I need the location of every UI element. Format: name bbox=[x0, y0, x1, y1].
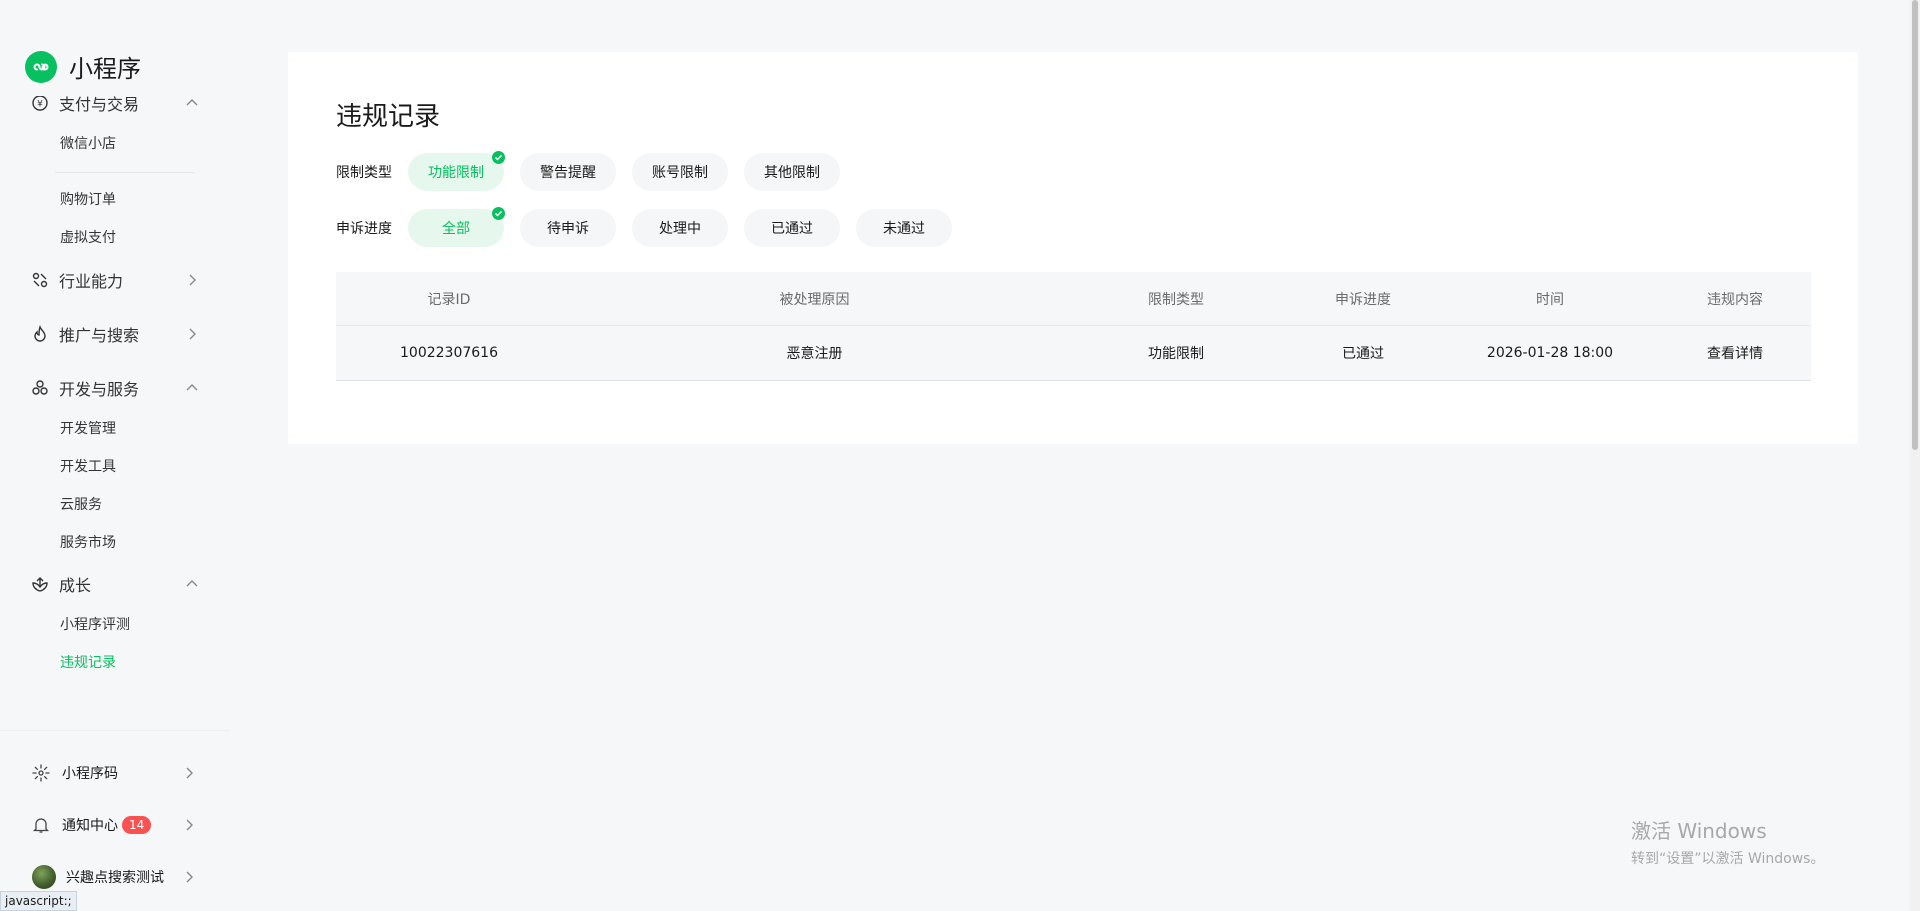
chip-label: 未通过 bbox=[883, 221, 925, 237]
chevron-right-icon bbox=[181, 869, 197, 885]
chevron-up-icon bbox=[184, 576, 200, 592]
nav-group-dev[interactable]: 开发与服务 bbox=[30, 371, 200, 405]
chip-approved[interactable]: 已通过 bbox=[744, 209, 840, 247]
industry-icon bbox=[30, 270, 50, 290]
filter-label: 申诉进度 bbox=[336, 221, 392, 237]
chip-label: 处理中 bbox=[659, 221, 701, 237]
chip-feature-limit[interactable]: 功能限制 bbox=[408, 150, 506, 191]
chip-all[interactable]: 全部 bbox=[408, 206, 506, 247]
bell-icon bbox=[32, 816, 50, 834]
chip-other-limit[interactable]: 其他限制 bbox=[744, 153, 840, 191]
chip-warning[interactable]: 警告提醒 bbox=[520, 153, 616, 191]
nav-group-label: 开发与服务 bbox=[59, 380, 140, 399]
sidebar-item-market[interactable]: 服务市场 bbox=[60, 534, 116, 552]
chevron-right-icon bbox=[184, 326, 200, 342]
chip-label: 账号限制 bbox=[652, 165, 708, 181]
restriction-type: 功能限制 bbox=[1148, 346, 1204, 362]
scrollbar-thumb[interactable] bbox=[1912, 0, 1918, 450]
app-name: 小程序 bbox=[69, 55, 141, 83]
chip-label: 待申诉 bbox=[547, 221, 589, 237]
sidebar-item-notify[interactable]: 通知中心 14 bbox=[32, 810, 197, 840]
table-row: 10022307616 恶意注册 功能限制 已通过 2026-01-28 18:… bbox=[336, 326, 1811, 381]
windows-activation-watermark: 激活 Windows 转到“设置”以激活 Windows。 bbox=[1631, 815, 1824, 868]
filter-label: 限制类型 bbox=[336, 165, 392, 181]
avatar bbox=[32, 865, 56, 889]
table-header: 记录ID 被处理原因 限制类型 申诉进度 时间 违规内容 bbox=[336, 272, 1811, 326]
dev-services-icon bbox=[30, 378, 50, 398]
chip-label: 全部 bbox=[442, 221, 470, 237]
page-title: 违规记录 bbox=[336, 102, 441, 132]
account-name: 兴趣点搜索测试 bbox=[66, 870, 164, 886]
chip-rejected[interactable]: 未通过 bbox=[856, 209, 952, 247]
sidebar-item-qrcode[interactable]: 小程序码 bbox=[32, 758, 197, 788]
svg-text:¥: ¥ bbox=[37, 100, 43, 110]
vertical-scrollbar[interactable] bbox=[1910, 0, 1920, 911]
nav-group-promo[interactable]: 推广与搜索 bbox=[30, 317, 200, 351]
nav-group-label: 支付与交易 bbox=[59, 95, 140, 114]
view-details-link[interactable]: 查看详情 bbox=[1659, 343, 1811, 363]
status-bar-url: javascript:; bbox=[0, 891, 77, 911]
check-icon bbox=[491, 206, 506, 221]
chevron-up-icon bbox=[184, 380, 200, 396]
qrcode-icon bbox=[32, 764, 50, 782]
divider bbox=[0, 730, 230, 731]
nav-group-growth[interactable]: 成长 bbox=[30, 567, 200, 601]
chevron-up-icon bbox=[184, 96, 200, 111]
sidebar: 小程序 ¥ 支付与交易 微信小店 购物订单 虚拟支付 行业能力 推广与搜索 开发… bbox=[0, 0, 230, 911]
chip-label: 已通过 bbox=[771, 221, 813, 237]
restriction-type-filter: 限制类型 功能限制 警告提醒 账号限制 其他限制 bbox=[336, 150, 856, 191]
chip-account-limit[interactable]: 账号限制 bbox=[632, 153, 728, 191]
payment-icon: ¥ bbox=[30, 96, 50, 113]
sidebar-item-virtual-pay[interactable]: 虚拟支付 bbox=[60, 229, 116, 247]
nav-group-payment[interactable]: ¥ 支付与交易 bbox=[30, 95, 200, 120]
sidebar-item-dev-manage[interactable]: 开发管理 bbox=[60, 420, 116, 438]
column-header: 被处理原因 bbox=[779, 291, 850, 308]
check-icon bbox=[491, 150, 506, 165]
watermark-subtitle: 转到“设置”以激活 Windows。 bbox=[1631, 851, 1825, 867]
chevron-right-icon bbox=[181, 817, 197, 833]
sidebar-item-weixin-store[interactable]: 微信小店 bbox=[60, 135, 116, 153]
record-time: 2026-01-28 18:00 bbox=[1486, 345, 1614, 361]
nav-group-industry[interactable]: 行业能力 bbox=[30, 263, 200, 297]
sidebar-item-label: 通知中心 bbox=[62, 818, 118, 834]
sidebar-item-orders[interactable]: 购物订单 bbox=[60, 191, 116, 209]
sidebar-item-dev-tools[interactable]: 开发工具 bbox=[60, 458, 116, 476]
account-switcher[interactable]: 兴趣点搜索测试 bbox=[32, 862, 197, 892]
column-header: 时间 bbox=[1536, 291, 1564, 308]
app-logo[interactable]: 小程序 bbox=[25, 49, 141, 84]
reason-link[interactable]: 恶意注册 bbox=[562, 343, 1067, 363]
appeal-status-filter: 申诉进度 全部 待申诉 处理中 已通过 未通过 bbox=[336, 206, 968, 247]
miniprogram-logo-icon bbox=[25, 50, 57, 83]
nav-group-label: 成长 bbox=[59, 576, 92, 595]
nav-group-label: 推广与搜索 bbox=[59, 326, 140, 345]
sidebar-item-review[interactable]: 小程序评测 bbox=[60, 616, 130, 634]
chevron-right-icon bbox=[181, 765, 197, 781]
record-id: 10022307616 bbox=[400, 345, 498, 361]
watermark-title: 激活 Windows bbox=[1631, 819, 1767, 843]
violations-table: 记录ID 被处理原因 限制类型 申诉进度 时间 违规内容 10022307616… bbox=[336, 272, 1811, 381]
chip-processing[interactable]: 处理中 bbox=[632, 209, 728, 247]
violations-card: 违规记录 限制类型 功能限制 警告提醒 账号限制 其他限制 申诉进度 全部 待申… bbox=[288, 52, 1858, 444]
sidebar-item-label: 小程序码 bbox=[62, 766, 118, 782]
divider bbox=[55, 172, 195, 173]
column-header: 违规内容 bbox=[1707, 291, 1763, 308]
appeal-status: 已通过 bbox=[1342, 346, 1384, 362]
chip-pending-appeal[interactable]: 待申诉 bbox=[520, 209, 616, 247]
column-header: 记录ID bbox=[427, 291, 471, 308]
flame-icon bbox=[30, 324, 50, 344]
chip-label: 其他限制 bbox=[764, 165, 820, 181]
growth-leaf-icon bbox=[30, 574, 50, 594]
column-header: 限制类型 bbox=[1148, 291, 1204, 308]
chip-label: 功能限制 bbox=[428, 165, 484, 181]
sidebar-item-cloud[interactable]: 云服务 bbox=[60, 496, 102, 514]
chevron-right-icon bbox=[184, 272, 200, 288]
nav-group-label: 行业能力 bbox=[59, 272, 124, 291]
sidebar-item-violations[interactable]: 违规记录 bbox=[60, 654, 116, 672]
chip-label: 警告提醒 bbox=[540, 165, 596, 181]
column-header: 申诉进度 bbox=[1335, 291, 1391, 308]
notification-count-badge: 14 bbox=[122, 816, 152, 834]
